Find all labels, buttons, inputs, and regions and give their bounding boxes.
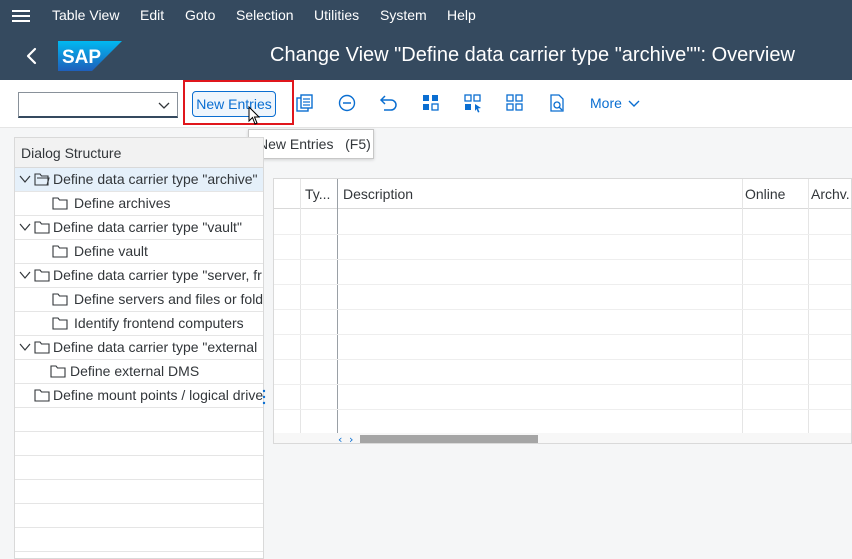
tree-node-define-archives[interactable]: Define archives: [15, 192, 263, 216]
more-label: More: [590, 95, 622, 111]
tree-node-server[interactable]: Define data carrier type "server, fr: [15, 264, 263, 288]
entries-table: Ty... Description Online Archv. ‹ ›: [273, 178, 852, 444]
folder-icon: [34, 269, 50, 282]
folder-icon: [34, 389, 50, 402]
table-header: Ty... Description Online Archv.: [274, 179, 851, 209]
table-row[interactable]: [274, 259, 851, 260]
delete-icon[interactable]: [336, 92, 358, 114]
sap-logo: SAP: [58, 41, 122, 71]
chevron-down-icon[interactable]: [19, 221, 31, 233]
chevron-down-icon[interactable]: [157, 98, 171, 112]
toolbar: New Entries More: [0, 80, 852, 128]
tree-node-external[interactable]: Define data carrier type "external: [15, 336, 263, 360]
tree-empty-row: [15, 432, 263, 456]
tree-empty-row: [15, 456, 263, 480]
column-header-online[interactable]: Online: [740, 179, 806, 209]
menu-utilities[interactable]: Utilities: [314, 7, 359, 23]
tree-node-label: Define mount points / logical drive: [53, 387, 263, 403]
tree-node-label: Define servers and files or fold: [74, 291, 263, 307]
menu-bar: Table View Edit Goto Selection Utilities…: [0, 0, 852, 32]
column-header-type[interactable]: Ty...: [300, 179, 336, 209]
tree-node-frontend[interactable]: Identify frontend computers: [15, 312, 263, 336]
svg-text:SAP: SAP: [62, 47, 101, 68]
mouse-pointer-icon: [248, 106, 261, 125]
tree-empty-row: [15, 480, 263, 504]
splitter-handle-icon[interactable]: [262, 388, 266, 406]
dialog-structure-panel: Dialog Structure Define data carrier typ…: [14, 137, 264, 559]
select-all-icon[interactable]: [420, 92, 442, 114]
horizontal-scrollbar[interactable]: ‹ ›: [274, 433, 851, 443]
tree-empty-row: [15, 528, 263, 552]
shell-header: SAP Change View "Define data carrier typ…: [0, 32, 852, 80]
tree-node-label: Define data carrier type "archive": [53, 171, 258, 187]
folder-icon: [52, 197, 68, 210]
menu-system[interactable]: System: [380, 7, 427, 23]
tree-empty-row: [15, 504, 263, 528]
back-icon[interactable]: [20, 44, 44, 68]
folder-icon: [34, 221, 50, 234]
table-row[interactable]: [274, 334, 851, 335]
new-entries-button[interactable]: New Entries: [192, 91, 276, 117]
chevron-down-icon[interactable]: [19, 341, 31, 353]
scrollbar-thumb[interactable]: [360, 435, 538, 443]
tooltip: New Entries (F5): [248, 129, 374, 159]
menu-edit[interactable]: Edit: [140, 7, 164, 23]
dialog-structure-title: Dialog Structure: [15, 138, 263, 168]
open-folder-icon: [34, 173, 50, 186]
tree-node-vault[interactable]: Define data carrier type "vault": [15, 216, 263, 240]
folder-icon: [52, 245, 68, 258]
menu-table-view[interactable]: Table View: [52, 7, 119, 23]
folder-icon: [34, 341, 50, 354]
column-divider: [808, 179, 809, 434]
tree-node-label: Define data carrier type "external: [53, 339, 258, 355]
folder-icon: [52, 293, 68, 306]
chevron-down-icon[interactable]: [19, 269, 31, 281]
tree-node-label: Define data carrier type "vault": [53, 219, 242, 235]
table-row[interactable]: [274, 384, 851, 385]
more-button[interactable]: More: [590, 95, 640, 111]
scroll-left-icon[interactable]: ‹: [338, 433, 342, 443]
column-divider: [337, 179, 338, 434]
folder-icon: [50, 365, 66, 378]
tree-empty-row: [15, 408, 263, 432]
tree-node-define-vault[interactable]: Define vault: [15, 240, 263, 264]
undo-change-icon[interactable]: [378, 92, 400, 114]
page-title: Change View "Define data carrier type "a…: [270, 44, 795, 66]
column-divider: [742, 179, 743, 434]
deselect-all-icon[interactable]: [504, 92, 526, 114]
tree-node-mount-points[interactable]: Define mount points / logical drive: [15, 384, 263, 408]
scroll-right-icon[interactable]: ›: [349, 433, 353, 443]
table-row[interactable]: [274, 234, 851, 235]
tree-node-label: Identify frontend computers: [74, 315, 244, 331]
tree-node-archive[interactable]: Define data carrier type "archive": [15, 168, 263, 192]
column-divider: [300, 179, 301, 434]
table-row[interactable]: [274, 284, 851, 285]
chevron-down-icon[interactable]: [19, 173, 31, 185]
column-header-archv[interactable]: Archv.: [806, 179, 851, 209]
tree-node-external-dms[interactable]: Define external DMS: [15, 360, 263, 384]
menu-goto[interactable]: Goto: [185, 7, 215, 23]
copy-as-icon[interactable]: [294, 92, 316, 114]
print-preview-icon[interactable]: [546, 92, 568, 114]
tree-node-label: Define archives: [74, 195, 171, 211]
tree-node-label: Define data carrier type "server, fr: [53, 267, 262, 283]
tree-node-label: Define external DMS: [70, 363, 200, 379]
command-field[interactable]: [18, 92, 178, 118]
table-row[interactable]: [274, 409, 851, 410]
tree-node-label: Define vault: [74, 243, 148, 259]
chevron-down-icon: [628, 100, 640, 107]
folder-icon: [52, 317, 68, 330]
menu-selection[interactable]: Selection: [236, 7, 294, 23]
menu-icon[interactable]: [12, 7, 30, 25]
table-row[interactable]: [274, 359, 851, 360]
tree-node-define-servers[interactable]: Define servers and files or fold: [15, 288, 263, 312]
select-block-icon[interactable]: [462, 92, 484, 114]
column-header-description[interactable]: Description: [338, 179, 738, 209]
menu-help[interactable]: Help: [447, 7, 476, 23]
table-row[interactable]: [274, 309, 851, 310]
